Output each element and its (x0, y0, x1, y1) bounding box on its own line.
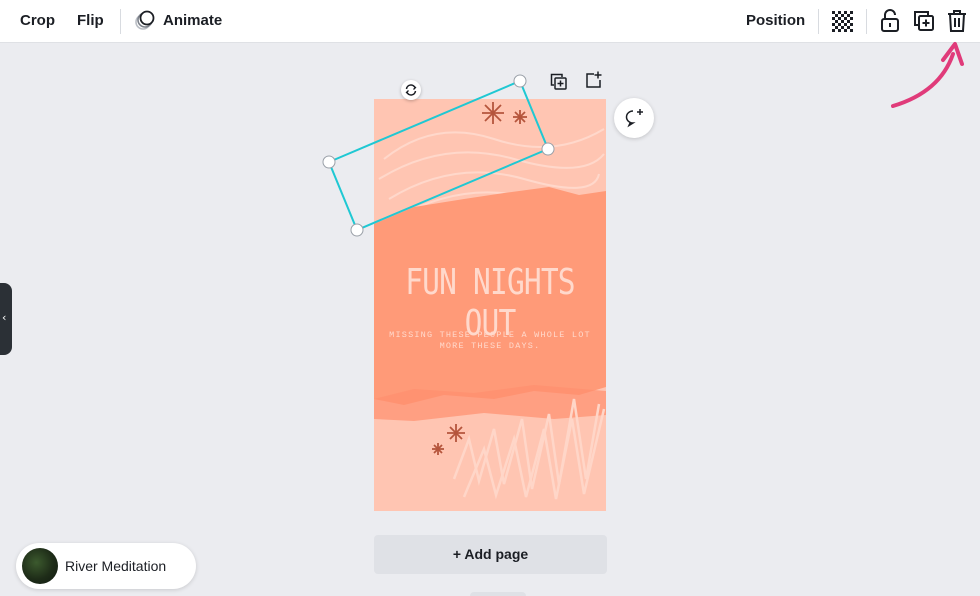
comment-icon (625, 109, 643, 128)
resize-handle[interactable] (322, 155, 336, 169)
selection-frame[interactable] (0, 0, 980, 596)
resize-handle[interactable] (541, 142, 555, 156)
audio-title: River Meditation (65, 558, 167, 574)
audio-thumbnail (22, 548, 58, 584)
add-page-button[interactable]: + Add page (374, 535, 607, 574)
rotate-handle[interactable] (401, 80, 421, 100)
resize-handle[interactable] (513, 74, 527, 88)
resize-handle[interactable] (350, 223, 364, 237)
audio-track-chip[interactable]: River Meditation (16, 543, 196, 589)
scroll-indicator (470, 592, 526, 596)
rotate-icon (405, 84, 417, 96)
add-comment-button[interactable] (614, 98, 654, 138)
